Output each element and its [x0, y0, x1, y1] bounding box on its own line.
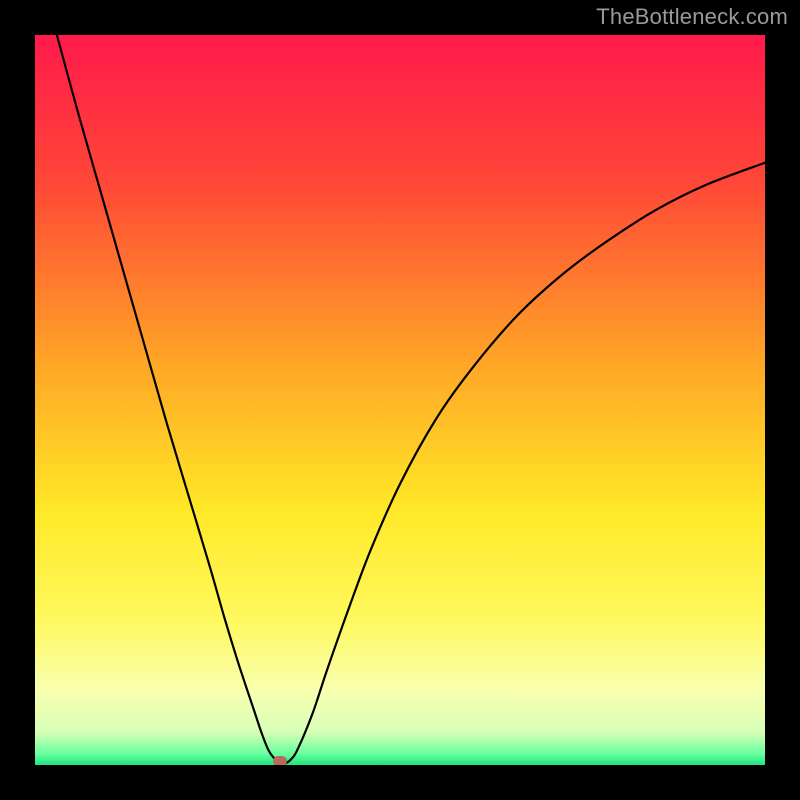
chart-frame: TheBottleneck.com — [0, 0, 800, 800]
curve-layer — [35, 35, 765, 765]
optimal-point-marker — [273, 756, 287, 765]
watermark-text: TheBottleneck.com — [596, 4, 788, 30]
plot-area — [35, 35, 765, 765]
bottleneck-curve — [57, 35, 765, 764]
